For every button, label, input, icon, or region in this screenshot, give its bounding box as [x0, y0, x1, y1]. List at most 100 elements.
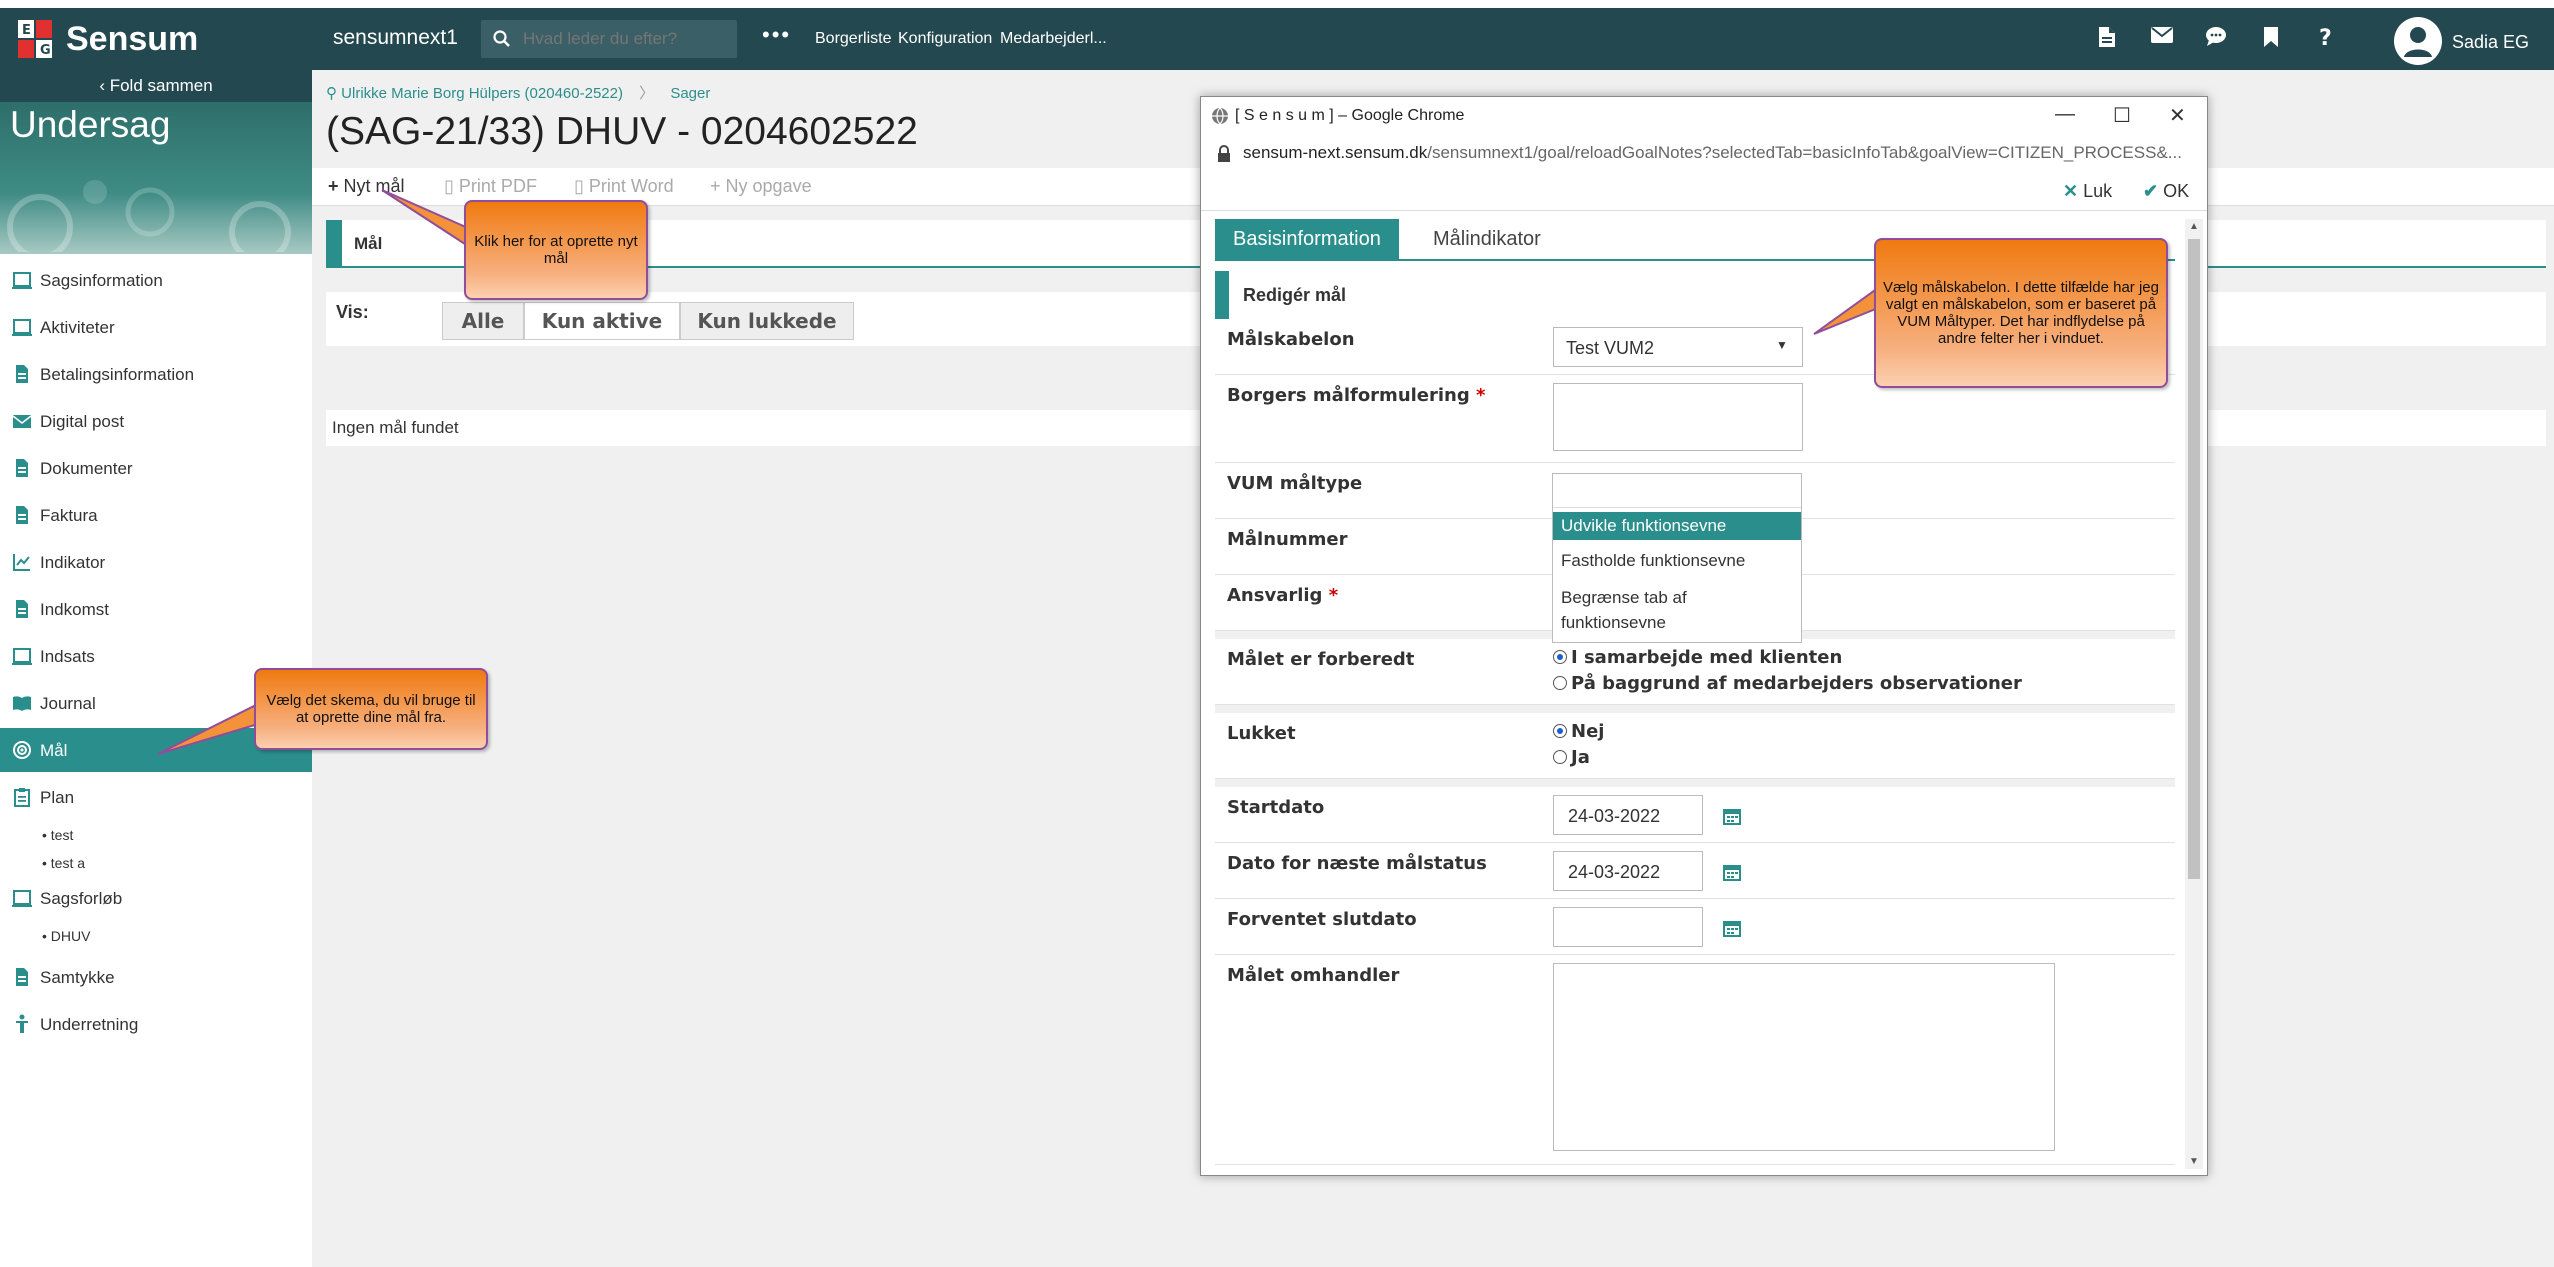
field-row-end: Forventet slutdato [1215, 899, 2175, 955]
ok-button[interactable]: ✔ OK [2143, 181, 2189, 202]
svg-text:E: E [22, 23, 31, 38]
calendar-icon[interactable] [1723, 919, 1741, 937]
banner-decoration-icon [7, 180, 291, 252]
sidebar-item-sagsforlob[interactable]: Sagsforløb [0, 876, 312, 920]
divider [1215, 705, 2175, 713]
sidebar-subitem-dhuv[interactable]: • DHUV [42, 928, 90, 944]
sidebar-item-indkomst[interactable]: Indkomst [0, 587, 312, 631]
template-select[interactable]: Test VUM2 ▼ [1553, 327, 1803, 367]
radio-observations[interactable]: På baggrund af medarbejders observatione… [1553, 673, 2022, 694]
calendar-icon[interactable] [1723, 807, 1741, 825]
chat-icon[interactable] [2205, 26, 2227, 51]
vum-option-fastholde[interactable]: Fastholde funktionsevne [1553, 547, 1801, 575]
close-button[interactable]: ✕ Luk [2063, 181, 2112, 202]
end-label: Forventet slutdato [1227, 909, 1417, 930]
tab-basisinformation[interactable]: Basisinformation [1215, 219, 1399, 259]
sidebar-item-betalingsinformation[interactable]: Betalingsinformation [0, 352, 312, 396]
case-icon [12, 319, 32, 336]
document-icon [16, 506, 28, 524]
empty-message: Ingen mål fundet [332, 418, 459, 437]
radio-nej[interactable]: Nej [1553, 721, 1604, 742]
user-name: Sadia EG [2452, 32, 2530, 52]
minimize-icon[interactable]: — [2055, 103, 2075, 126]
help-icon[interactable]: ? [2318, 26, 2334, 53]
document-icon[interactable] [2098, 26, 2116, 53]
about-textarea[interactable] [1553, 963, 2055, 1151]
address-bar[interactable]: sensum-next.sensum.dk/sensumnext1/goal/r… [1201, 137, 2207, 171]
vum-dropdown[interactable]: Udvikle funktionsevne Fastholde funktion… [1552, 473, 1802, 643]
sidebar-subitem-test-a[interactable]: • test a [42, 855, 85, 871]
radio-selected-icon [1553, 724, 1567, 738]
start-date-input[interactable]: 24-03-2022 [1553, 795, 1703, 835]
maximize-icon[interactable]: ☐ [2113, 103, 2131, 128]
sidebar-title: Undersag [10, 104, 171, 145]
sidebar-item-dokumenter[interactable]: Dokumenter [0, 446, 312, 490]
radio-with-client[interactable]: I samarbejde med klienten [1553, 647, 1842, 668]
page-title: (SAG-21/33) DHUV - 0204602522 [326, 110, 918, 153]
bookmark-icon[interactable] [2263, 26, 2279, 53]
app-logo[interactable]: Sensum [66, 20, 198, 59]
end-date-input[interactable] [1553, 907, 1703, 947]
sidebar-item-aktiviteter[interactable]: Aktiviteter [0, 305, 312, 349]
sidebar-item-digital-post[interactable]: Digital post [0, 399, 312, 443]
new-task-button[interactable]: + Ny opgave [710, 176, 812, 197]
close-label: Luk [2083, 181, 2113, 201]
calendar-icon[interactable] [1723, 863, 1741, 881]
scrollbar-thumb[interactable] [2188, 239, 2200, 879]
nav-konfiguration[interactable]: Konfiguration [898, 30, 992, 48]
search-box[interactable] [481, 20, 737, 58]
window-close-icon[interactable]: ✕ [2169, 103, 2186, 128]
scroll-up-icon[interactable]: ▲ [2189, 221, 2199, 232]
print-word-label: Print Word [588, 176, 674, 196]
scroll-down-icon[interactable]: ▼ [2189, 1156, 2199, 1167]
sidebar-item-label: Samtykke [40, 968, 115, 987]
nav-borgerliste[interactable]: Borgerliste [815, 30, 891, 48]
sidebar-subitem-test[interactable]: • test [42, 827, 73, 843]
sidebar-item-label: Sagsinformation [40, 271, 163, 290]
vum-dropdown-search[interactable] [1553, 474, 1801, 508]
breadcrumb-sager[interactable]: Sager [670, 85, 710, 102]
sidebar-item-label: Betalingsinformation [40, 365, 195, 384]
callout-new-goal: Klik her for at oprette nyt mål [464, 200, 648, 300]
more-menu-icon[interactable]: ••• [762, 22, 791, 48]
breadcrumb-citizen[interactable]: Ulrikke Marie Borg Hülpers (020460-2522) [341, 85, 623, 102]
mail-icon[interactable] [2151, 26, 2173, 49]
formulation-textarea[interactable] [1553, 383, 1803, 451]
sidebar-item-faktura[interactable]: Faktura [0, 493, 312, 537]
popup-action-bar: ✕ Luk ✔ OK [1201, 171, 2207, 211]
radio-empty-icon [1553, 676, 1567, 690]
breadcrumb-separator-icon: 〉 [639, 85, 655, 102]
next-status-date-input[interactable]: 24-03-2022 [1553, 851, 1703, 891]
filter-kun-lukkede[interactable]: Kun lukkede [680, 302, 854, 340]
sidebar-item-sagsinformation[interactable]: Sagsinformation [0, 258, 312, 302]
form-title: Redigér mål [1243, 285, 1347, 305]
search-input[interactable] [521, 20, 731, 58]
fold-button[interactable]: ‹ Fold sammen [0, 70, 312, 102]
template-value: Test VUM2 [1566, 338, 1655, 358]
filter-alle[interactable]: Alle [442, 302, 524, 340]
svg-text:G: G [40, 43, 51, 58]
url-path: /sensumnext1/goal/reloadGoalNotes?select… [1427, 143, 2182, 162]
vum-option-begraense[interactable]: Begrænse tab af funktionsevne [1553, 582, 1801, 639]
sidebar-item-label: Indikator [40, 553, 106, 572]
sidebar-item-label: Plan [40, 788, 75, 807]
sidebar-item-underretning[interactable]: Underretning [0, 1002, 312, 1046]
prepared-label: Målet er forberedt [1227, 649, 1415, 670]
new-task-label: Ny opgave [725, 176, 812, 196]
plus-icon: + [710, 176, 721, 196]
filter-kun-aktive[interactable]: Kun aktive [524, 302, 680, 340]
tab-maalindikator[interactable]: Målindikator [1415, 219, 1559, 259]
sidebar-item-samtykke[interactable]: Samtykke [0, 955, 312, 999]
required-mark: * [1328, 585, 1339, 606]
nav-medarbejder[interactable]: Medarbejderl... [1000, 30, 1107, 48]
callout-pointer-icon [381, 189, 469, 248]
sidebar-item-plan[interactable]: Plan [0, 775, 312, 819]
radio-label: I samarbejde med klienten [1571, 647, 1843, 668]
radio-ja[interactable]: Ja [1553, 747, 1590, 768]
sidebar-item-indikator[interactable]: Indikator [0, 540, 312, 584]
popup-scrollbar[interactable]: ▲ ▼ [2185, 219, 2203, 1169]
target-icon [13, 741, 31, 759]
vum-option-udvikle[interactable]: Udvikle funktionsevne [1553, 512, 1801, 540]
print-word-button[interactable]: ▯ Print Word [574, 176, 674, 197]
system-name[interactable]: sensumnext1 [333, 26, 458, 50]
